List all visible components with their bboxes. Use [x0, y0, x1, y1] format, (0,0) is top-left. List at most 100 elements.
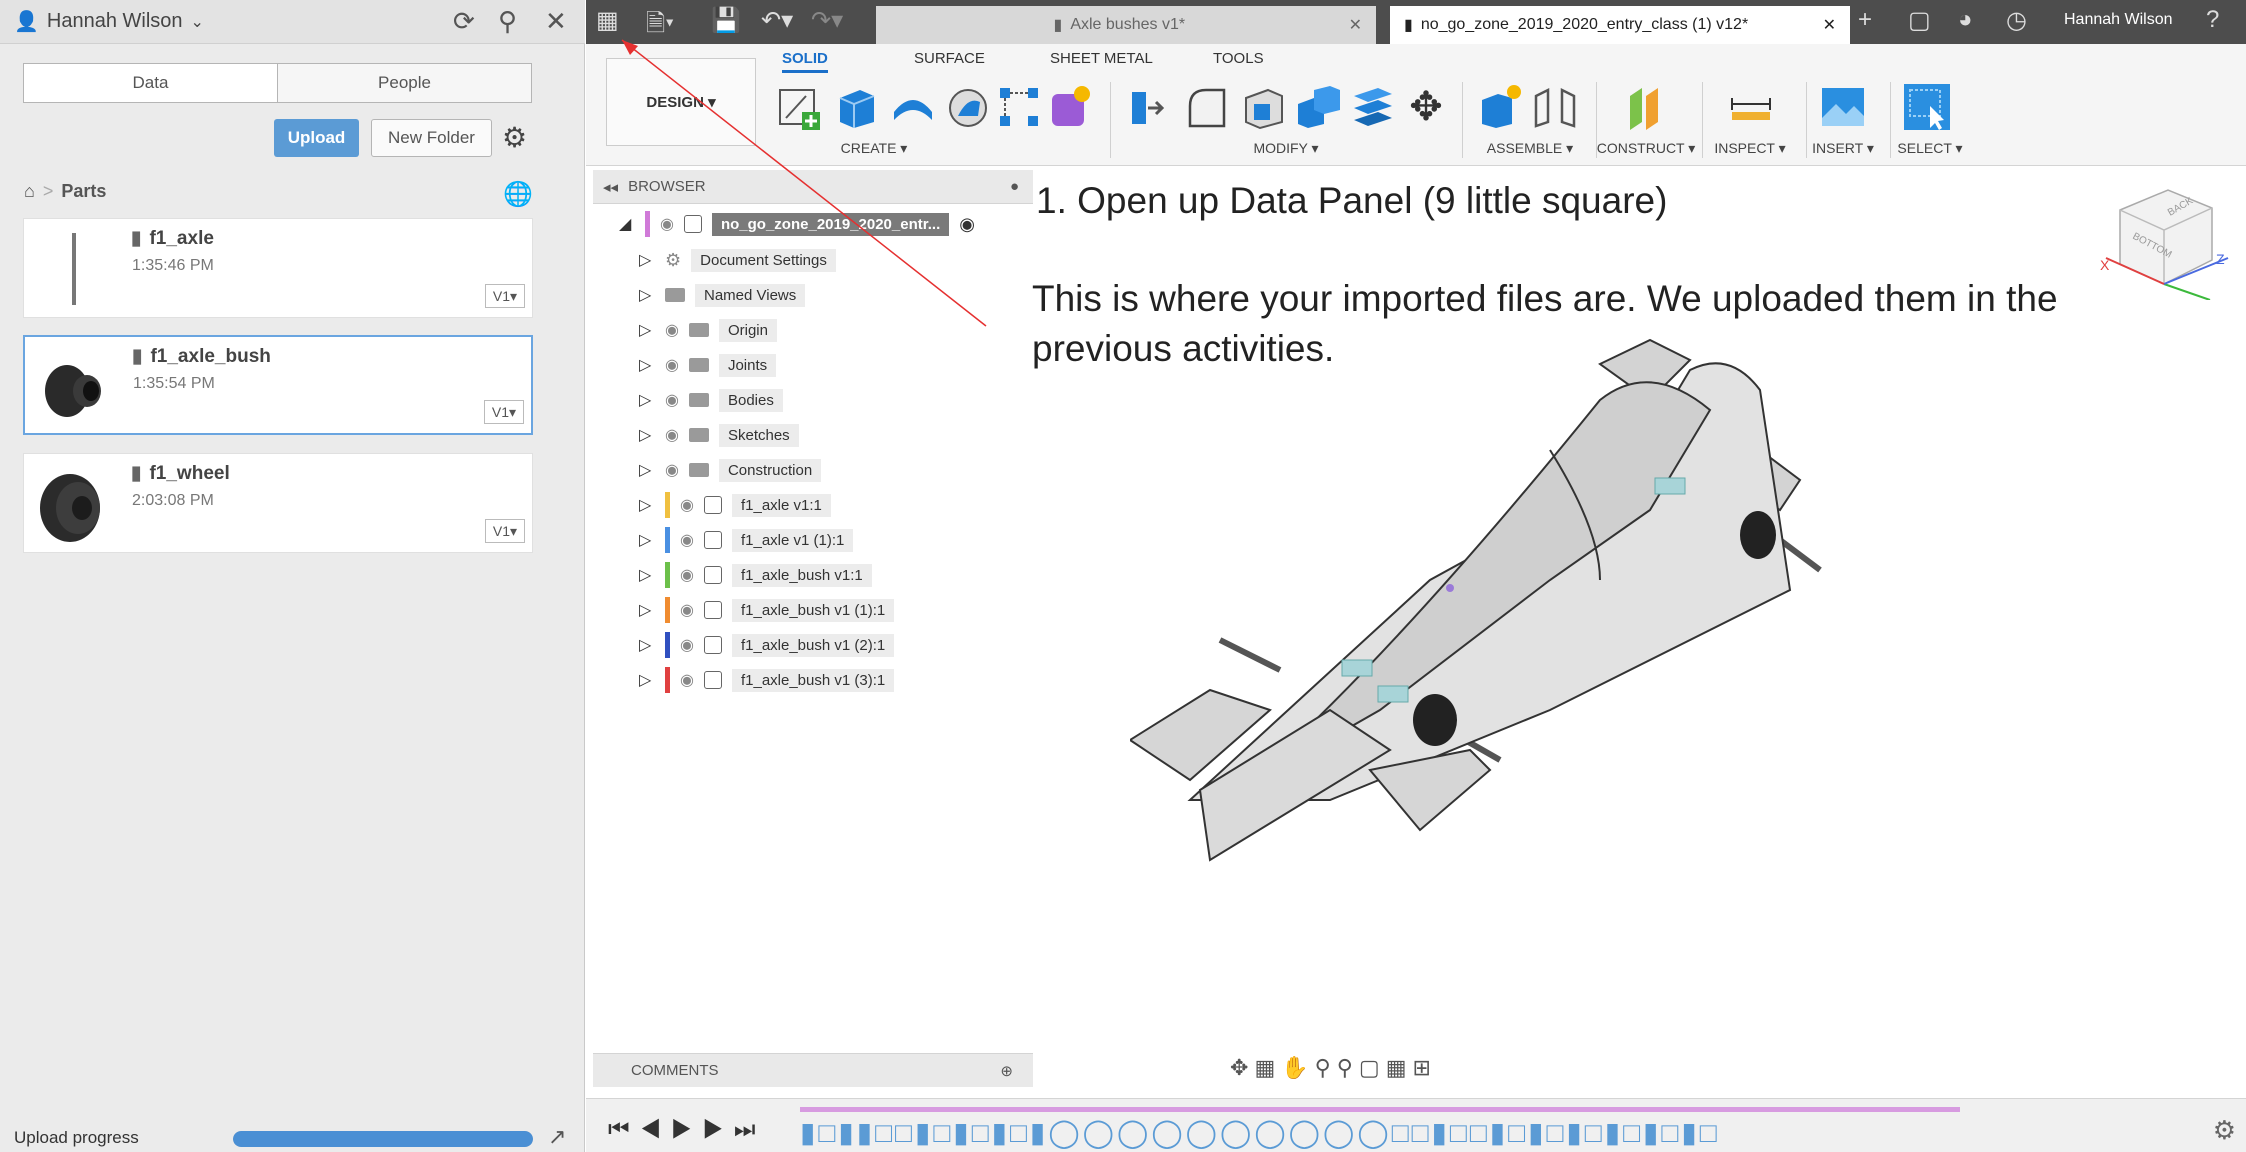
insert-menu[interactable]: INSERT ▾ — [1802, 140, 1884, 157]
help-icon[interactable]: ? — [2206, 6, 2219, 34]
move-icon[interactable]: ✥ — [1401, 82, 1451, 132]
browser-item[interactable]: ▷ ◉ f1_axle v1 (1):1 — [639, 526, 854, 554]
file-card[interactable]: ▮ f1_axle 1:35:46 PM V1 ▾ — [23, 218, 533, 318]
tab-data[interactable]: Data — [24, 64, 277, 102]
triangle-collapsed-icon[interactable]: ▷ — [639, 600, 655, 620]
next-step-icon[interactable]: ▶ — [702, 1116, 733, 1143]
account-name[interactable]: Hannah Wilson — [2064, 11, 2173, 29]
grid-settings-icon[interactable]: ▦ — [1386, 1055, 1413, 1080]
search-icon[interactable]: ⚲ — [498, 6, 517, 37]
viewports-icon[interactable]: ⊞ — [1412, 1055, 1436, 1080]
zoom-icon[interactable]: ⚲ — [1315, 1055, 1337, 1080]
new-tab-icon[interactable]: + — [1858, 6, 1872, 34]
eye-icon[interactable]: ◉ — [680, 530, 694, 550]
browser-item[interactable]: ▷ ◉ f1_axle_bush v1 (3):1 — [639, 666, 895, 694]
breadcrumb-parts[interactable]: Parts — [61, 181, 106, 202]
rectangular-pattern-icon[interactable] — [994, 82, 1044, 132]
eye-icon[interactable]: ◉ — [665, 355, 679, 375]
eye-icon[interactable]: ◉ — [680, 600, 694, 620]
comment-icon[interactable]: ▢ — [1908, 6, 1931, 35]
measure-icon[interactable] — [1726, 82, 1776, 132]
triangle-collapsed-icon[interactable]: ▷ — [639, 565, 655, 585]
version-dropdown[interactable]: V1 ▾ — [485, 284, 525, 308]
eye-icon[interactable]: ◉ — [680, 635, 694, 655]
modify-menu[interactable]: MODIFY ▾ — [1126, 140, 1446, 157]
eye-icon[interactable]: ◉ — [680, 495, 694, 515]
close-icon[interactable]: ✕ — [1823, 15, 1836, 35]
eye-icon[interactable]: ◉ — [665, 390, 679, 410]
popout-icon[interactable]: ↗ — [548, 1124, 566, 1150]
timeline-settings-gear-icon[interactable]: ⚙ — [2213, 1115, 2236, 1146]
eye-icon[interactable]: ◉ — [680, 670, 694, 690]
file-card[interactable]: ▮ f1_axle_bush 1:35:54 PM V1 ▾ — [23, 335, 533, 435]
document-tab-active[interactable]: ▮ no_go_zone_2019_2020_entry_class (1) v1… — [1390, 6, 1850, 44]
job-status-icon[interactable]: ◕ — [1958, 6, 1973, 34]
browser-item[interactable]: ▷ ◉ Sketches — [639, 421, 799, 449]
browser-item[interactable]: ▷ ◉ f1_axle_bush v1 (2):1 — [639, 631, 895, 659]
tab-tools[interactable]: TOOLS — [1213, 50, 1264, 67]
new-folder-button[interactable]: New Folder — [371, 119, 492, 157]
triangle-collapsed-icon[interactable]: ▷ — [639, 460, 655, 480]
eye-icon[interactable]: ◉ — [665, 425, 679, 445]
gear-icon[interactable]: ⚙ — [502, 121, 527, 154]
upload-button[interactable]: Upload — [274, 119, 359, 157]
browser-item[interactable]: ▷ ◉ Construction — [639, 456, 822, 484]
last-step-icon[interactable]: ⏭ — [734, 1116, 766, 1143]
triangle-collapsed-icon[interactable]: ▷ — [639, 355, 655, 375]
joint-icon[interactable] — [1530, 82, 1580, 132]
browser-item[interactable]: ▷ ◉ f1_axle_bush v1:1 — [639, 561, 872, 589]
construct-menu[interactable]: CONSTRUCT ▾ — [1596, 140, 1696, 157]
press-pull-icon[interactable] — [1126, 82, 1176, 132]
file-card[interactable]: ▮ f1_wheel 2:03:08 PM V1 ▾ — [23, 453, 533, 553]
insert-image-icon[interactable] — [1818, 82, 1868, 132]
user-menu[interactable]: 👤 Hannah Wilson ⌄ — [14, 9, 204, 34]
close-icon[interactable]: ✕ — [1349, 15, 1362, 35]
pan-icon[interactable]: ✋ — [1281, 1055, 1314, 1080]
version-dropdown[interactable]: V1 ▾ — [484, 400, 524, 424]
globe-icon[interactable]: 🌐 — [503, 180, 533, 209]
combine-icon[interactable] — [1294, 82, 1344, 132]
first-step-icon[interactable]: ⏮ — [608, 1116, 640, 1143]
close-icon[interactable]: ✕ — [545, 6, 567, 37]
browser-item[interactable]: ▷ ◉ f1_axle v1:1 — [639, 491, 831, 519]
offset-face-icon[interactable] — [1348, 82, 1398, 132]
inspect-menu[interactable]: INSPECT ▾ — [1700, 140, 1800, 157]
triangle-collapsed-icon[interactable]: ▷ — [639, 425, 655, 445]
assemble-menu[interactable]: ASSEMBLE ▾ — [1470, 140, 1590, 157]
viewcube[interactable]: Z X BACK BOTTOM — [2100, 180, 2230, 300]
offset-plane-icon[interactable] — [1620, 82, 1670, 132]
triangle-collapsed-icon[interactable]: ▷ — [639, 530, 655, 550]
add-comment-icon[interactable]: ⊕ — [1000, 1062, 1013, 1080]
look-at-icon[interactable]: ▦ — [1254, 1055, 1281, 1080]
triangle-collapsed-icon[interactable]: ▷ — [639, 390, 655, 410]
eye-icon[interactable]: ◉ — [680, 565, 694, 585]
timeline-features[interactable]: ▮□▮▮□□▮□▮□▮□▮◯◯◯◯◯◯◯◯◯◯□□▮□□▮□▮□▮□▮□▮□▮□ — [800, 1116, 1720, 1149]
previous-step-icon[interactable]: ◀ — [640, 1116, 671, 1143]
refresh-icon[interactable]: ⟳ — [453, 6, 475, 37]
select-menu[interactable]: SELECT ▾ — [1890, 140, 1970, 157]
browser-item[interactable]: ▷ ◉ Bodies — [639, 386, 783, 414]
fillet-icon[interactable] — [1182, 82, 1232, 132]
triangle-collapsed-icon[interactable]: ▷ — [639, 495, 655, 515]
home-icon[interactable]: ⌂ — [24, 181, 35, 202]
tab-people[interactable]: People — [277, 64, 531, 102]
separator — [1462, 82, 1463, 158]
browser-item[interactable]: ▷ ◉ f1_axle_bush v1 (1):1 — [639, 596, 895, 624]
play-icon[interactable]: ▶ — [671, 1116, 702, 1143]
create-form-icon[interactable] — [1044, 82, 1094, 132]
browser-item[interactable]: ▷ ◉ Joints — [639, 351, 777, 379]
pin-icon[interactable]: ● — [1010, 178, 1019, 195]
version-dropdown[interactable]: V1 ▾ — [485, 519, 525, 543]
select-icon[interactable] — [1902, 82, 1952, 132]
comments-panel[interactable]: COMMENTS ⊕ — [593, 1053, 1033, 1087]
triangle-collapsed-icon[interactable]: ▷ — [639, 635, 655, 655]
new-component-icon[interactable] — [1476, 82, 1526, 132]
triangle-collapsed-icon[interactable]: ▷ — [639, 670, 655, 690]
eye-icon[interactable]: ◉ — [665, 460, 679, 480]
shell-icon[interactable] — [1238, 82, 1288, 132]
orbit-icon[interactable]: ✥ — [1230, 1055, 1254, 1080]
tab-sheet-metal[interactable]: SHEET METAL — [1050, 50, 1153, 67]
clock-icon[interactable]: ◷ — [2006, 6, 2027, 35]
display-settings-icon[interactable]: ▢ — [1359, 1055, 1386, 1080]
fit-icon[interactable]: ⚲ — [1337, 1055, 1359, 1080]
